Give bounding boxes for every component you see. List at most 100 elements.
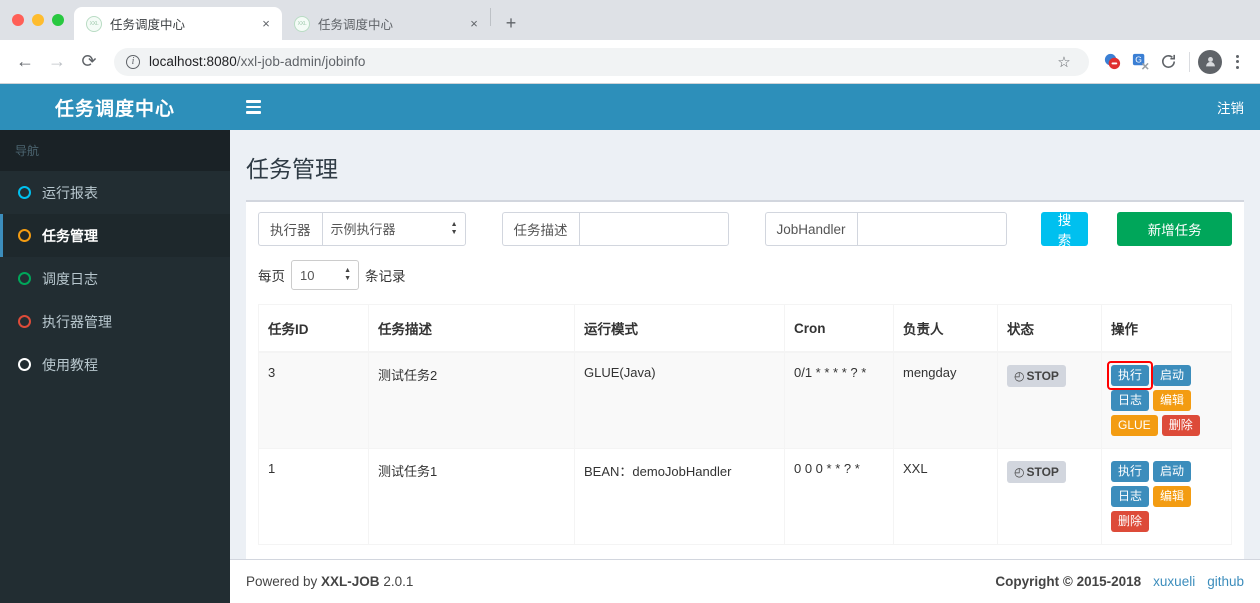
- clock-icon: ◴: [1014, 369, 1025, 383]
- page-length-suffix: 条记录: [365, 269, 406, 284]
- back-icon[interactable]: ←: [10, 47, 40, 77]
- browser-menu-icon[interactable]: [1224, 49, 1250, 75]
- new-tab-button[interactable]: +: [497, 9, 525, 37]
- browser-tab-1[interactable]: XXL 任务调度中心 ×: [74, 7, 282, 40]
- jobhandler-filter-input[interactable]: [856, 212, 1007, 246]
- browser-tab-2[interactable]: XXL 任务调度中心 ×: [282, 7, 490, 40]
- footer-copyright-block: Copyright © 2015-2018 xuxueli github: [995, 574, 1244, 589]
- footer-copyright: Copyright © 2015-2018: [995, 574, 1142, 589]
- footer-author-link[interactable]: xuxueli: [1153, 574, 1195, 589]
- main-content: 任务管理 执行器 示例执行器 ▲ ▼ 任务描述 JobHandler 搜索 新增…: [230, 130, 1260, 559]
- job-list-box-body: 执行器 示例执行器 ▲ ▼ 任务描述 JobHandler 搜索 新增任务 每页…: [246, 202, 1244, 559]
- window-controls: [8, 0, 74, 40]
- th-operations: 操作: [1101, 304, 1232, 353]
- search-button[interactable]: 搜索: [1040, 212, 1089, 248]
- sidebar-item-label: 任务管理: [42, 227, 98, 244]
- job-table-head: 任务ID 任务描述 运行模式 Cron 负责人 状态 操作: [258, 304, 1232, 353]
- tab-close-icon[interactable]: ×: [258, 16, 274, 32]
- executor-select-wrap: 示例执行器 ▲ ▼: [321, 212, 466, 246]
- sidebar-nav-header: 导航: [0, 130, 230, 171]
- adblock-extension-icon[interactable]: [1099, 49, 1125, 75]
- desc-filter-label: 任务描述: [501, 212, 579, 246]
- url-path: /xxl-job-admin/jobinfo: [236, 54, 366, 69]
- op-execute-button[interactable]: 执行: [1106, 361, 1154, 390]
- status-badge: ◴ STOP: [1007, 461, 1066, 483]
- sidebar-item-schedule-log[interactable]: 调度日志: [0, 257, 230, 300]
- sidebar-item-label: 运行报表: [42, 184, 98, 201]
- op-delete-button[interactable]: 删除: [1161, 415, 1200, 436]
- th-job-desc[interactable]: 任务描述: [368, 304, 575, 353]
- minimize-window-button[interactable]: [32, 14, 44, 26]
- th-job-id[interactable]: 任务ID: [258, 304, 369, 353]
- circle-icon: [18, 229, 31, 242]
- executor-filter-group: 执行器 示例执行器 ▲ ▼: [258, 212, 466, 246]
- cell-cron: 0 0 0 * * ? *: [784, 448, 894, 545]
- circle-icon: [18, 315, 31, 328]
- page-length-select[interactable]: 10: [291, 260, 359, 290]
- svg-text:G: G: [1135, 54, 1142, 64]
- close-window-button[interactable]: [12, 14, 24, 26]
- status-badge: ◴ STOP: [1007, 365, 1066, 387]
- footer-version: 2.0.1: [379, 574, 414, 589]
- tab-favicon-icon: XXL: [86, 15, 102, 32]
- tab-favicon-icon: XXL: [294, 15, 310, 32]
- status-badge-label: STOP: [1026, 369, 1059, 383]
- address-bar[interactable]: i localhost:8080/xxl-job-admin/jobinfo ☆: [114, 47, 1089, 76]
- op-log-button[interactable]: 日志: [1111, 486, 1150, 507]
- executor-select[interactable]: 示例执行器: [321, 212, 466, 246]
- history-reload-extension-icon[interactable]: [1155, 49, 1181, 75]
- executor-filter-label: 执行器: [258, 212, 322, 246]
- op-delete-button[interactable]: 删除: [1111, 511, 1150, 532]
- page-title: 任务管理: [246, 156, 338, 182]
- op-execute-button[interactable]: 执行: [1111, 461, 1150, 482]
- translate-extension-icon[interactable]: G: [1127, 49, 1153, 75]
- filter-bar: 执行器 示例执行器 ▲ ▼ 任务描述 JobHandler 搜索 新增任务: [258, 212, 1232, 248]
- cell-job-desc: 测试任务1: [368, 448, 575, 545]
- sidebar: 任务调度中心 导航 运行报表 任务管理 调度日志 执行器管理 使用教程: [0, 84, 230, 603]
- table-row: 3 测试任务2 GLUE(Java) 0/1 * * * * ? * mengd…: [258, 352, 1232, 449]
- th-run-mode[interactable]: 运行模式: [574, 304, 785, 353]
- browser-toolbar: ← → ⟳ i localhost:8080/xxl-job-admin/job…: [0, 40, 1260, 84]
- op-log-button[interactable]: 日志: [1111, 390, 1150, 411]
- tab-title: 任务调度中心: [318, 18, 394, 32]
- reload-icon[interactable]: ⟳: [74, 47, 104, 77]
- bookmark-star-icon[interactable]: ☆: [1051, 49, 1077, 75]
- sidebar-toggle-icon[interactable]: [246, 100, 261, 114]
- th-cron[interactable]: Cron: [784, 304, 894, 353]
- circle-icon: [18, 358, 31, 371]
- cell-operations: 执行 启动 日志 编辑 GLUE 删除: [1101, 352, 1232, 449]
- op-start-button[interactable]: 启动: [1153, 461, 1192, 482]
- sidebar-brand[interactable]: 任务调度中心: [0, 84, 230, 130]
- sidebar-item-tutorial[interactable]: 使用教程: [0, 343, 230, 386]
- sidebar-item-job-manage[interactable]: 任务管理: [0, 214, 230, 257]
- op-edit-button[interactable]: 编辑: [1153, 486, 1192, 507]
- footer-brand: XXL-JOB: [321, 574, 380, 589]
- sidebar-item-report[interactable]: 运行报表: [0, 171, 230, 214]
- th-state[interactable]: 状态: [997, 304, 1102, 353]
- sidebar-item-executor-manage[interactable]: 执行器管理: [0, 300, 230, 343]
- desc-filter-input[interactable]: [578, 212, 729, 246]
- footer-github-link[interactable]: github: [1207, 574, 1244, 589]
- tab-close-icon[interactable]: ×: [466, 16, 482, 32]
- th-owner[interactable]: 负责人: [893, 304, 998, 353]
- sidebar-item-label: 使用教程: [42, 356, 98, 373]
- op-start-button[interactable]: 启动: [1153, 365, 1192, 386]
- cell-owner: mengday: [893, 352, 998, 449]
- jobhandler-filter-group: JobHandler: [764, 212, 1007, 246]
- job-table-body: 3 测试任务2 GLUE(Java) 0/1 * * * * ? * mengd…: [258, 352, 1232, 545]
- tab-divider: [490, 7, 491, 26]
- site-info-icon[interactable]: i: [126, 54, 140, 69]
- maximize-window-button[interactable]: [52, 14, 64, 26]
- add-job-button[interactable]: 新增任务: [1117, 212, 1232, 246]
- cell-run-mode: BEAN：demoJobHandler: [574, 448, 785, 545]
- op-glue-button[interactable]: GLUE: [1111, 415, 1158, 436]
- page-body: 任务调度中心 导航 运行报表 任务管理 调度日志 执行器管理 使用教程 注销 任…: [0, 84, 1260, 603]
- logout-link[interactable]: 注销: [1217, 97, 1244, 117]
- forward-icon[interactable]: →: [42, 47, 72, 77]
- job-list-box: 执行器 示例执行器 ▲ ▼ 任务描述 JobHandler 搜索 新增任务 每页…: [246, 200, 1244, 559]
- profile-avatar[interactable]: [1198, 49, 1222, 74]
- op-edit-button[interactable]: 编辑: [1153, 390, 1192, 411]
- url-text: localhost:8080/xxl-job-admin/jobinfo: [149, 54, 365, 69]
- page-length-row: 每页 10 ▲ ▼ 条记录: [258, 260, 1232, 290]
- sidebar-item-label: 执行器管理: [42, 313, 112, 330]
